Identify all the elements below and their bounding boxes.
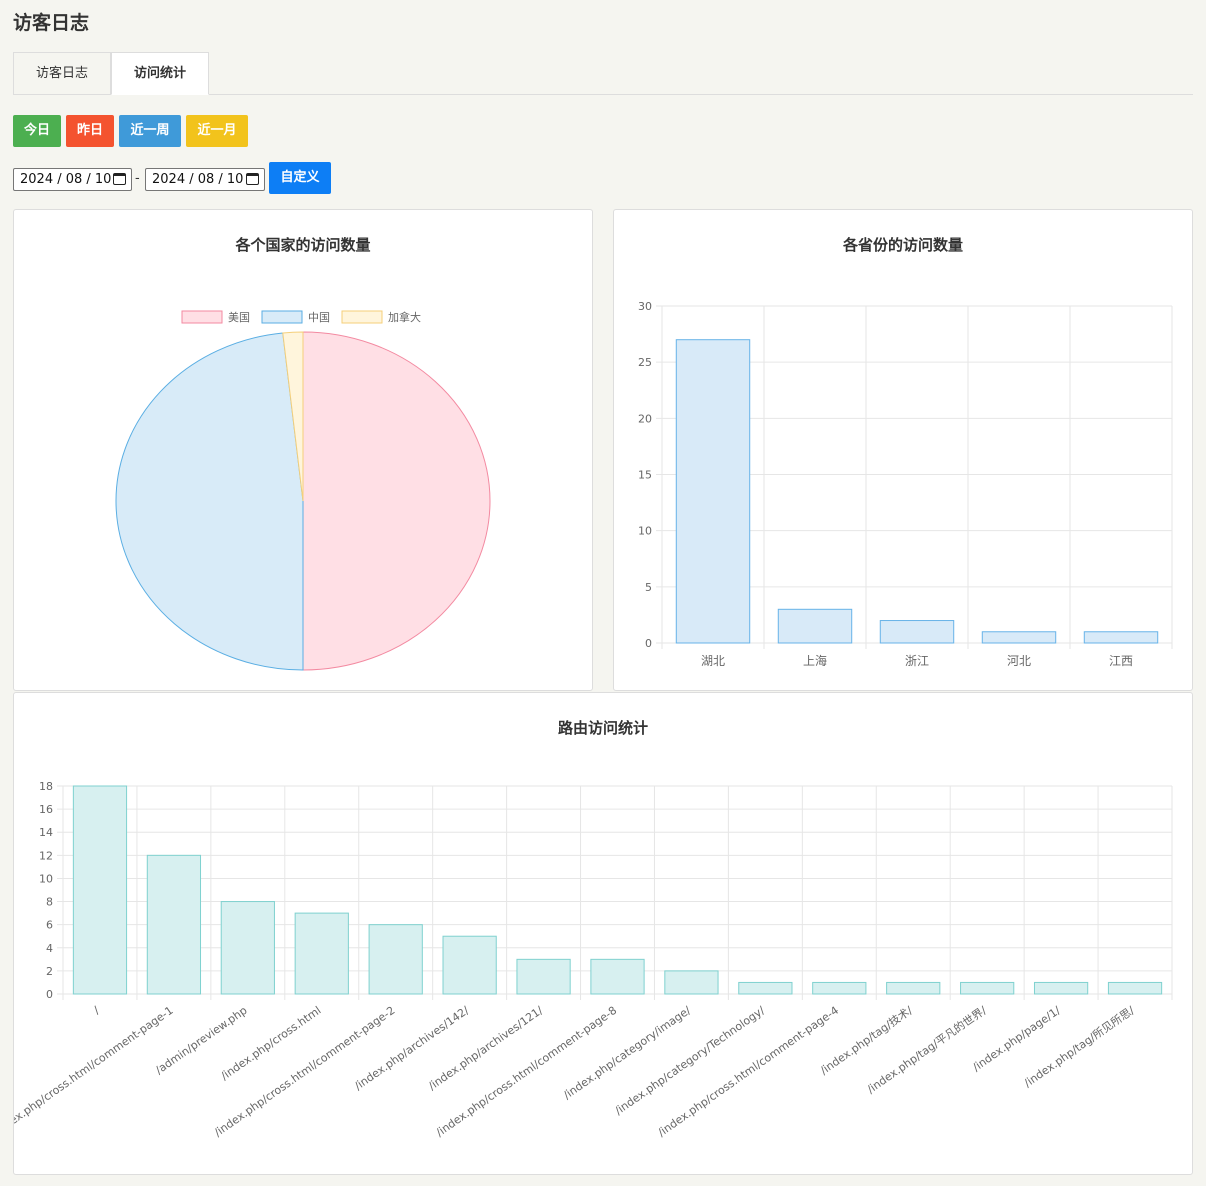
y-tick-label: 4: [46, 942, 53, 955]
y-tick-label: 25: [638, 356, 652, 369]
legend-label: 美国: [228, 311, 250, 324]
bar: [294, 912, 349, 995]
y-tick-label: 30: [638, 300, 652, 313]
bar: [675, 339, 751, 644]
bar: [220, 901, 275, 995]
bar: [879, 620, 955, 644]
y-tick-label: 5: [645, 581, 652, 594]
legend-swatch: [181, 310, 223, 324]
x-tick-label: 湖北: [701, 653, 725, 668]
start-date-value: 2024 / 08 / 10: [20, 172, 112, 187]
tab-visitor-log[interactable]: 访客日志: [13, 52, 111, 95]
y-tick-label: 16: [39, 803, 53, 816]
x-tick-label: /: [91, 1004, 102, 1017]
last-month-button[interactable]: 近一月: [186, 115, 248, 147]
end-date-input[interactable]: 2024 / 08 / 10: [145, 168, 265, 191]
page-title: 访客日志: [13, 12, 90, 34]
x-tick-label: /index.php/category/Technology/: [613, 1004, 768, 1118]
bar: [590, 958, 645, 995]
route-chart-panel: 路由访问统计 0 2 4 6 8 10 12 14 16 18//index.php/cross.…: [13, 692, 1193, 1175]
start-date-input[interactable]: 2024 / 08 / 10: [13, 168, 132, 191]
bar: [664, 970, 719, 995]
bar: [1083, 631, 1159, 644]
bar: [738, 981, 793, 995]
bar: [1033, 981, 1089, 995]
date-separator: -: [135, 171, 140, 186]
bar: [981, 631, 1057, 644]
bar: [368, 924, 423, 995]
province-chart-panel: 各省份的访问数量 0 5 10 15 20 25 30 湖北 上海 浙江 河北 江西: [613, 209, 1193, 691]
legend-label: 加拿大: [388, 310, 421, 324]
calendar-icon[interactable]: [113, 173, 126, 185]
country-chart-panel: 各个国家的访问数量 美国 中国 加拿大: [13, 209, 593, 691]
bar: [960, 981, 1015, 995]
custom-range-button[interactable]: 自定义: [269, 162, 331, 194]
bar: [886, 981, 941, 995]
y-tick-label: 20: [638, 412, 652, 425]
y-tick-label: 10: [638, 525, 652, 538]
x-tick-label: 上海: [803, 653, 827, 668]
x-tick-label: 浙江: [905, 654, 929, 668]
bar: [777, 608, 853, 644]
country-pie-chart: 美国 中国 加拿大: [115, 310, 491, 671]
last-week-button[interactable]: 近一周: [119, 115, 181, 147]
yesterday-button[interactable]: 昨日: [66, 115, 114, 147]
y-tick-label: 14: [39, 826, 53, 839]
pie-slice: [302, 331, 491, 671]
y-tick-label: 15: [638, 469, 652, 482]
end-date-value: 2024 / 08 / 10: [152, 172, 244, 187]
y-tick-label: 10: [39, 872, 53, 885]
bar: [72, 785, 128, 995]
y-tick-label: 0: [46, 988, 53, 1001]
y-tick-label: 2: [46, 965, 53, 978]
y-tick-label: 18: [39, 780, 53, 793]
x-tick-label: /index.php/tag/平凡的世界/: [864, 1003, 989, 1096]
x-tick-label: 河北: [1007, 654, 1031, 668]
y-tick-label: 0: [645, 637, 652, 650]
legend-swatch: [261, 310, 303, 324]
bar: [146, 854, 202, 995]
x-tick-label: /index.php/category/image/: [561, 1004, 693, 1102]
pie-slice: [115, 332, 304, 671]
calendar-icon[interactable]: [246, 173, 259, 185]
legend-label: 中国: [308, 311, 330, 324]
x-tick-label: /index.php/cross.html/comment-page-1: [14, 1004, 176, 1139]
tab-bar: 访客日志 访问统计: [13, 52, 1193, 95]
province-bar-chart: 0 5 10 15 20 25 30 湖北 上海 浙江 河北 江西: [638, 300, 1173, 668]
route-bar-chart: 0 2 4 6 8 10 12 14 16 18 //index.php/cross.html/co…: [14, 780, 1173, 1139]
y-tick-label: 8: [46, 896, 53, 909]
legend-swatch: [341, 310, 383, 324]
y-tick-label: 12: [39, 849, 53, 862]
x-tick-label: 江西: [1109, 654, 1133, 668]
bar: [516, 958, 571, 995]
bar: [442, 935, 497, 995]
today-button[interactable]: 今日: [13, 115, 61, 147]
tab-visit-stats[interactable]: 访问统计: [111, 52, 209, 95]
bar: [812, 981, 867, 995]
y-tick-label: 6: [46, 919, 53, 932]
bar: [1107, 981, 1163, 995]
